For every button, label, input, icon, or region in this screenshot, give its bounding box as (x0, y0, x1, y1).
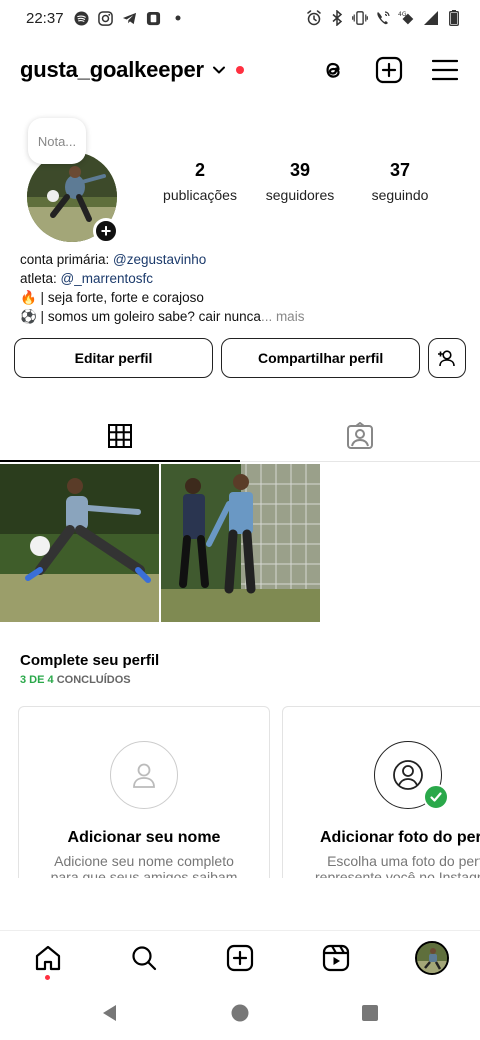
tab-posts-grid[interactable] (0, 410, 240, 462)
add-name-card[interactable]: Adicionar seu nome Adicione seu nome com… (18, 706, 270, 878)
nav-search[interactable] (124, 938, 164, 978)
stat-value: 39 (289, 160, 311, 180)
create-post-icon (226, 944, 254, 971)
edit-profile-button[interactable]: Editar perfil (14, 338, 214, 378)
nav-create[interactable] (220, 938, 260, 978)
posts-grid (0, 464, 480, 622)
system-navigation (0, 990, 480, 1040)
profile-actions: Editar perfil Compartilhar perfil (14, 338, 466, 378)
bio-prefix: conta primária: (20, 252, 114, 267)
recents-icon[interactable] (360, 1003, 380, 1028)
notification-dot (235, 66, 244, 74)
instagram-icon (98, 10, 114, 26)
bio-text: ⚽ | somos um goleiro sabe? cair nunca (20, 309, 261, 324)
note-bubble[interactable]: Nota... (28, 118, 86, 164)
profile-tabs (0, 410, 480, 462)
complete-profile-progress: 3 DE 4 CONCLUÍDOS (20, 674, 131, 686)
back-icon[interactable] (100, 1003, 120, 1028)
notification-icons (74, 10, 186, 26)
bio-line-goalkeeper: ⚽ | somos um goleiro sabe? cair nunca...… (20, 307, 460, 326)
card-title: Adicionar seu nome (67, 829, 221, 846)
athlete-link[interactable]: @_marrentosfc (61, 271, 153, 286)
progress-count: 3 DE 4 (20, 674, 54, 686)
stat-followers[interactable]: 39 seguidores (250, 160, 350, 203)
add-profile-photo-card[interactable]: Adicionar foto do perfil Escolha uma fot… (282, 706, 480, 878)
stat-label: seguidores (265, 187, 335, 203)
battery-icon (446, 10, 462, 26)
profile-stats: 2 publicações 39 seguidores 37 seguindo (150, 160, 450, 203)
grid-icon (108, 423, 132, 448)
card-title: Adicionar foto do perfil (320, 829, 480, 846)
complete-profile-title: Complete seu perfil (20, 652, 160, 669)
stat-value: 2 (194, 160, 205, 180)
post-thumbnail[interactable] (161, 464, 320, 622)
bio-line-motto: 🔥 | seja forte, forte e corajoso (20, 290, 204, 305)
home-icon (35, 945, 61, 970)
menu-icon[interactable] (430, 55, 460, 85)
post-image (0, 464, 159, 622)
search-icon (132, 945, 157, 970)
primary-account-link[interactable]: @zegustavinho (113, 252, 206, 267)
system-icons: 4G (306, 10, 462, 26)
add-person-icon (438, 350, 455, 367)
more-notifications-icon (170, 10, 186, 26)
bio-line-primary-account: conta primária: @zegustavinho (20, 250, 460, 269)
4g-signal-icon: 4G (398, 10, 416, 26)
status-bar: 22:37 4G (0, 0, 480, 36)
bottom-navigation (0, 930, 480, 984)
header-actions (318, 55, 460, 85)
profile-avatar-icon (415, 940, 449, 975)
profile-photo-icon (374, 741, 449, 810)
card-description: Adicione seu nome completo (54, 853, 234, 869)
spotify-icon (74, 10, 90, 26)
nav-reels[interactable] (316, 938, 356, 978)
app-icon (146, 10, 162, 26)
bio-line-athlete: atleta: @_marrentosfc (20, 269, 460, 288)
card-description: Escolha uma foto do perfil (327, 853, 480, 869)
bluetooth-icon (329, 10, 345, 26)
progress-suffix: CONCLUÍDOS (53, 674, 131, 686)
vibrate-icon (352, 10, 368, 26)
complete-profile-cards: Adicionar seu nome Adicione seu nome com… (18, 706, 480, 878)
new-post-icon[interactable] (374, 55, 404, 85)
nav-home[interactable] (28, 938, 68, 980)
stat-label: publicações (163, 187, 237, 203)
telegram-icon (122, 10, 138, 26)
nav-profile[interactable] (412, 938, 452, 978)
note-placeholder: Nota... (37, 133, 77, 149)
tagged-person-icon (347, 421, 373, 449)
stat-posts[interactable]: 2 publicações (150, 160, 250, 203)
username-switcher[interactable]: gusta_goalkeeper (20, 57, 204, 83)
reels-icon (322, 944, 350, 971)
discover-people-button[interactable] (428, 338, 466, 378)
cell-signal-icon (423, 10, 439, 26)
clock: 22:37 (26, 9, 64, 27)
person-outline-icon (110, 741, 178, 809)
post-image (161, 464, 320, 622)
notification-dot (45, 974, 50, 980)
card-description: para que seus amigos saibam (50, 869, 238, 878)
tab-tagged[interactable] (240, 410, 480, 461)
post-thumbnail[interactable] (0, 464, 159, 622)
bio-more-link[interactable]: ... mais (261, 309, 305, 324)
share-profile-button[interactable]: Compartilhar perfil (221, 338, 421, 378)
chevron-down-icon[interactable] (212, 63, 226, 77)
threads-icon[interactable] (318, 55, 348, 85)
profile-header: gusta_goalkeeper (0, 48, 480, 92)
bio-prefix: atleta: (20, 271, 61, 286)
bio: conta primária: @zegustavinho atleta: @_… (20, 250, 460, 326)
stat-value: 37 (389, 160, 411, 180)
check-icon (423, 784, 449, 810)
home-button-icon[interactable] (230, 1003, 250, 1028)
profile-avatar-container[interactable]: + (27, 152, 119, 244)
add-story-button[interactable]: + (93, 218, 119, 244)
card-description: represente você no Instagram (315, 869, 480, 878)
stat-label: seguindo (371, 187, 429, 203)
stat-following[interactable]: 37 seguindo (350, 160, 450, 203)
alarm-icon (306, 10, 322, 26)
wifi-calling-icon (375, 10, 391, 26)
